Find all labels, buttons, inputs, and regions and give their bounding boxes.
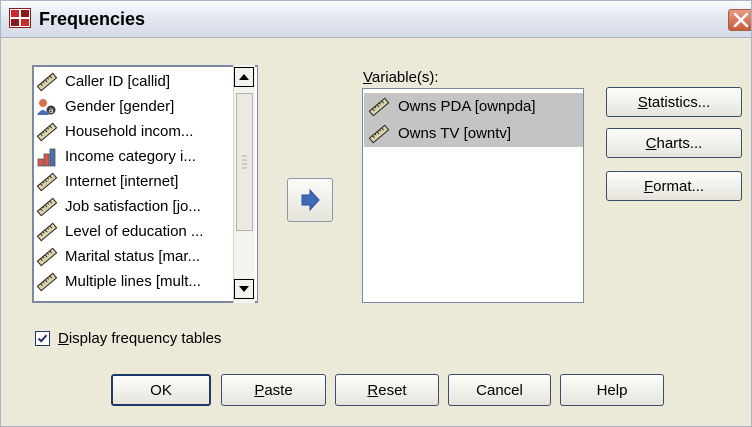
scale-variable-icon — [368, 124, 390, 143]
list-item[interactable]: a Gender [gender] — [36, 94, 236, 119]
list-item[interactable]: Job satisfaction [jo... — [36, 194, 236, 219]
scale-variable-icon — [36, 247, 58, 266]
list-item[interactable]: Marital status [mar... — [36, 244, 236, 269]
scale-variable-icon — [36, 272, 58, 291]
display-frequency-tables-option[interactable]: Display frequency tables — [35, 330, 221, 347]
selected-variable-label: Owns PDA [ownpda] — [398, 98, 536, 115]
list-item-label: Job satisfaction [jo... — [65, 198, 201, 215]
paste-button[interactable]: Paste — [221, 374, 326, 406]
frequencies-app-icon — [9, 8, 31, 28]
title-bar[interactable]: Frequencies — [1, 1, 751, 38]
scale-variable-icon — [36, 197, 58, 216]
list-item-label: Multiple lines [mult... — [65, 273, 201, 290]
variables-label: Variable(s): — [363, 69, 439, 86]
scale-variable-icon — [36, 122, 58, 141]
list-item-label: Household incom... — [65, 123, 194, 140]
list-item[interactable]: Caller ID [callid] — [36, 69, 236, 94]
scale-variable-icon — [368, 97, 390, 116]
dialog-title: Frequencies — [39, 9, 146, 29]
list-item-label: Marital status [mar... — [65, 248, 201, 265]
ok-button[interactable]: OK — [111, 374, 211, 406]
scale-variable-icon — [36, 172, 58, 191]
list-item-label: Caller ID [callid] — [65, 73, 171, 90]
source-variable-list[interactable]: Caller ID [callid] a Gender [gender] Hou… — [32, 65, 258, 303]
display-frequency-tables-checkbox[interactable] — [35, 331, 50, 346]
cancel-button[interactable]: Cancel — [448, 374, 551, 406]
help-button[interactable]: Help — [560, 374, 664, 406]
format-button[interactable]: Format... — [606, 171, 742, 201]
selected-variable-label: Owns TV [owntv] — [398, 125, 512, 142]
close-icon — [733, 12, 749, 28]
frequencies-dialog: Frequencies Caller ID [callid] a Gender … — [0, 0, 752, 427]
selected-variable-row[interactable]: Owns TV [owntv] — [364, 120, 583, 147]
scroll-up-icon — [239, 74, 249, 80]
list-item[interactable]: Multiple lines [mult... — [36, 269, 236, 294]
list-item[interactable]: Income category i... — [36, 144, 236, 169]
right-arrow-icon — [301, 188, 320, 212]
nominal-variable-icon: a — [37, 98, 56, 115]
scroll-thumb[interactable] — [236, 93, 253, 231]
scroll-down-icon — [239, 286, 249, 292]
display-frequency-tables-label: Display frequency tables — [58, 330, 222, 347]
grip-icon — [242, 155, 247, 169]
scroll-up-button[interactable] — [234, 67, 254, 87]
selected-variable-row[interactable]: Owns PDA [ownpda] — [364, 93, 583, 120]
scale-variable-icon — [36, 72, 58, 91]
close-button[interactable] — [728, 9, 751, 31]
list-item[interactable]: Household incom... — [36, 119, 236, 144]
list-item[interactable]: Level of education ... — [36, 219, 236, 244]
list-item-label: Internet [internet] — [65, 173, 179, 190]
scale-variable-icon — [36, 222, 58, 241]
list-item-label: Gender [gender] — [65, 98, 175, 115]
list-item[interactable]: Internet [internet] — [36, 169, 236, 194]
move-variable-button[interactable] — [287, 178, 333, 222]
list-item-label: Income category i... — [65, 148, 196, 165]
list-item-label: Level of education ... — [65, 223, 204, 240]
svg-text:a: a — [49, 106, 54, 115]
checkmark-icon — [37, 334, 48, 343]
reset-button[interactable]: Reset — [335, 374, 439, 406]
ordinal-variable-icon — [37, 148, 56, 166]
charts-button[interactable]: Charts... — [606, 128, 742, 158]
statistics-button[interactable]: Statistics... — [606, 87, 742, 117]
target-variable-list[interactable]: Owns PDA [ownpda] Owns TV [owntv] — [362, 88, 584, 303]
scroll-down-button[interactable] — [234, 279, 254, 299]
source-list-scrollbar[interactable] — [233, 65, 255, 303]
